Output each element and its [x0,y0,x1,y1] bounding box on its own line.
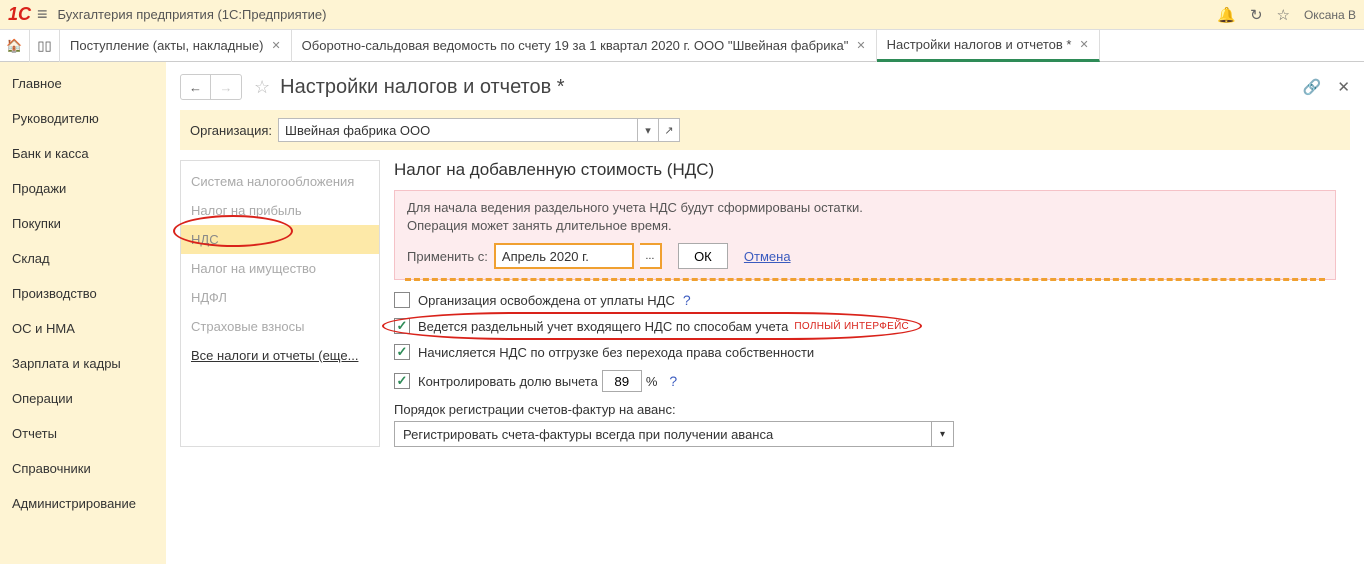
checkbox-separate-vat[interactable] [394,318,410,334]
nav-sales[interactable]: Продажи [0,171,166,206]
nav-manager[interactable]: Руководителю [0,101,166,136]
cat-insurance[interactable]: Страховые взносы [181,312,379,341]
label-shipping-vat: Начисляется НДС по отгрузке без перехода… [418,345,814,360]
date-picker-button[interactable]: ... [640,243,662,269]
star-icon[interactable]: ☆ [1277,6,1290,24]
main-nav: Главное Руководителю Банк и касса Продаж… [0,62,166,564]
apply-date-value: Апрель 2020 г. [502,249,589,264]
app-title: Бухгалтерия предприятия (1С:Предприятие) [58,7,327,22]
nav-admin[interactable]: Администрирование [0,486,166,521]
org-open-button[interactable]: ↗ [658,118,680,142]
app-logo: 1C [8,4,31,25]
home-button[interactable]: 🏠 [0,30,30,62]
org-dropdown-button[interactable]: ▾ [637,118,659,142]
tab-balance-sheet[interactable]: Оборотно-сальдовая ведомость по счету 19… [292,30,877,62]
checkbox-deduction-control[interactable] [394,373,410,389]
notice-line2: Операция может занять длительное время. [407,218,672,233]
category-list: Система налогообложения Налог на прибыль… [180,160,380,447]
panels-button[interactable]: ▯▯ [30,30,60,62]
cat-all-taxes-link[interactable]: Все налоги и отчеты (еще... [181,341,379,370]
bell-icon[interactable]: 🔔 [1217,6,1236,24]
nav-reports[interactable]: Отчеты [0,416,166,451]
close-page-icon[interactable]: ✕ [1337,78,1350,96]
label-separate-vat: Ведется раздельный учет входящего НДС по… [418,319,788,334]
nav-purchases[interactable]: Покупки [0,206,166,241]
cat-vat[interactable]: НДС [181,225,379,254]
nav-assets[interactable]: ОС и НМА [0,311,166,346]
nav-dictionaries[interactable]: Справочники [0,451,166,486]
label-exempt: Организация освобождена от уплаты НДС [418,293,675,308]
tab-tax-settings[interactable]: Настройки налогов и отчетов * ✕ [877,30,1100,62]
percent-sign: % [646,374,658,389]
nav-production[interactable]: Производство [0,276,166,311]
tab-label: Поступление (акты, накладные) [70,38,263,53]
cancel-link[interactable]: Отмена [744,249,791,264]
highlight-underline [405,278,1325,281]
link-icon[interactable]: 🔗 [1303,78,1322,96]
close-icon[interactable]: ✕ [271,39,280,52]
tab-label: Оборотно-сальдовая ведомость по счету 19… [302,38,849,53]
panel-title: Налог на добавленную стоимость (НДС) [394,160,1336,180]
notice-line1: Для начала ведения раздельного учета НДС… [407,200,863,215]
checkbox-exempt[interactable] [394,292,410,308]
close-icon[interactable]: ✕ [856,39,865,52]
full-interface-badge: ПОЛНЫЙ ИНТЕРФЕЙС [794,321,909,332]
deduction-percent-input[interactable] [602,370,642,392]
apply-from-label: Применить с: [407,249,488,264]
org-select[interactable]: Швейная фабрика ООО [278,118,638,142]
page-title: Настройки налогов и отчетов * [280,76,564,99]
help-icon[interactable]: ? [669,373,677,389]
checkbox-shipping-vat[interactable] [394,344,410,360]
ok-button[interactable]: ОК [678,243,728,269]
nav-warehouse[interactable]: Склад [0,241,166,276]
label-deduction-control: Контролировать долю вычета [418,374,598,389]
invoice-order-select[interactable]: Регистрировать счета-фактуры всегда при … [394,421,932,447]
apply-date-input[interactable]: Апрель 2020 г. [494,243,634,269]
close-icon[interactable]: ✕ [1079,38,1088,51]
invoice-order-value: Регистрировать счета-фактуры всегда при … [403,427,773,442]
back-button[interactable]: ← [181,75,211,99]
cat-profit-tax[interactable]: Налог на прибыль [181,196,379,225]
invoice-order-label: Порядок регистрации счетов-фактур на ава… [394,402,1336,417]
nav-operations[interactable]: Операции [0,381,166,416]
nav-payroll[interactable]: Зарплата и кадры [0,346,166,381]
notice-box: Для начала ведения раздельного учета НДС… [394,190,1336,280]
help-icon[interactable]: ? [683,292,691,308]
menu-icon[interactable]: ≡ [37,4,48,25]
tab-receipts[interactable]: Поступление (акты, накладные) ✕ [60,30,292,62]
favorite-icon[interactable]: ☆ [254,77,270,98]
nav-main[interactable]: Главное [0,66,166,101]
dropdown-button[interactable]: ▾ [932,421,954,447]
nav-bank[interactable]: Банк и касса [0,136,166,171]
org-value: Швейная фабрика ООО [285,123,430,138]
history-icon[interactable]: ↻ [1250,6,1263,24]
org-label: Организация: [190,123,272,138]
cat-property-tax[interactable]: Налог на имущество [181,254,379,283]
forward-button[interactable]: → [211,75,241,99]
cat-tax-system[interactable]: Система налогообложения [181,167,379,196]
username-label: Оксана В [1304,8,1356,22]
tab-label: Настройки налогов и отчетов * [887,37,1072,52]
cat-ndfl[interactable]: НДФЛ [181,283,379,312]
